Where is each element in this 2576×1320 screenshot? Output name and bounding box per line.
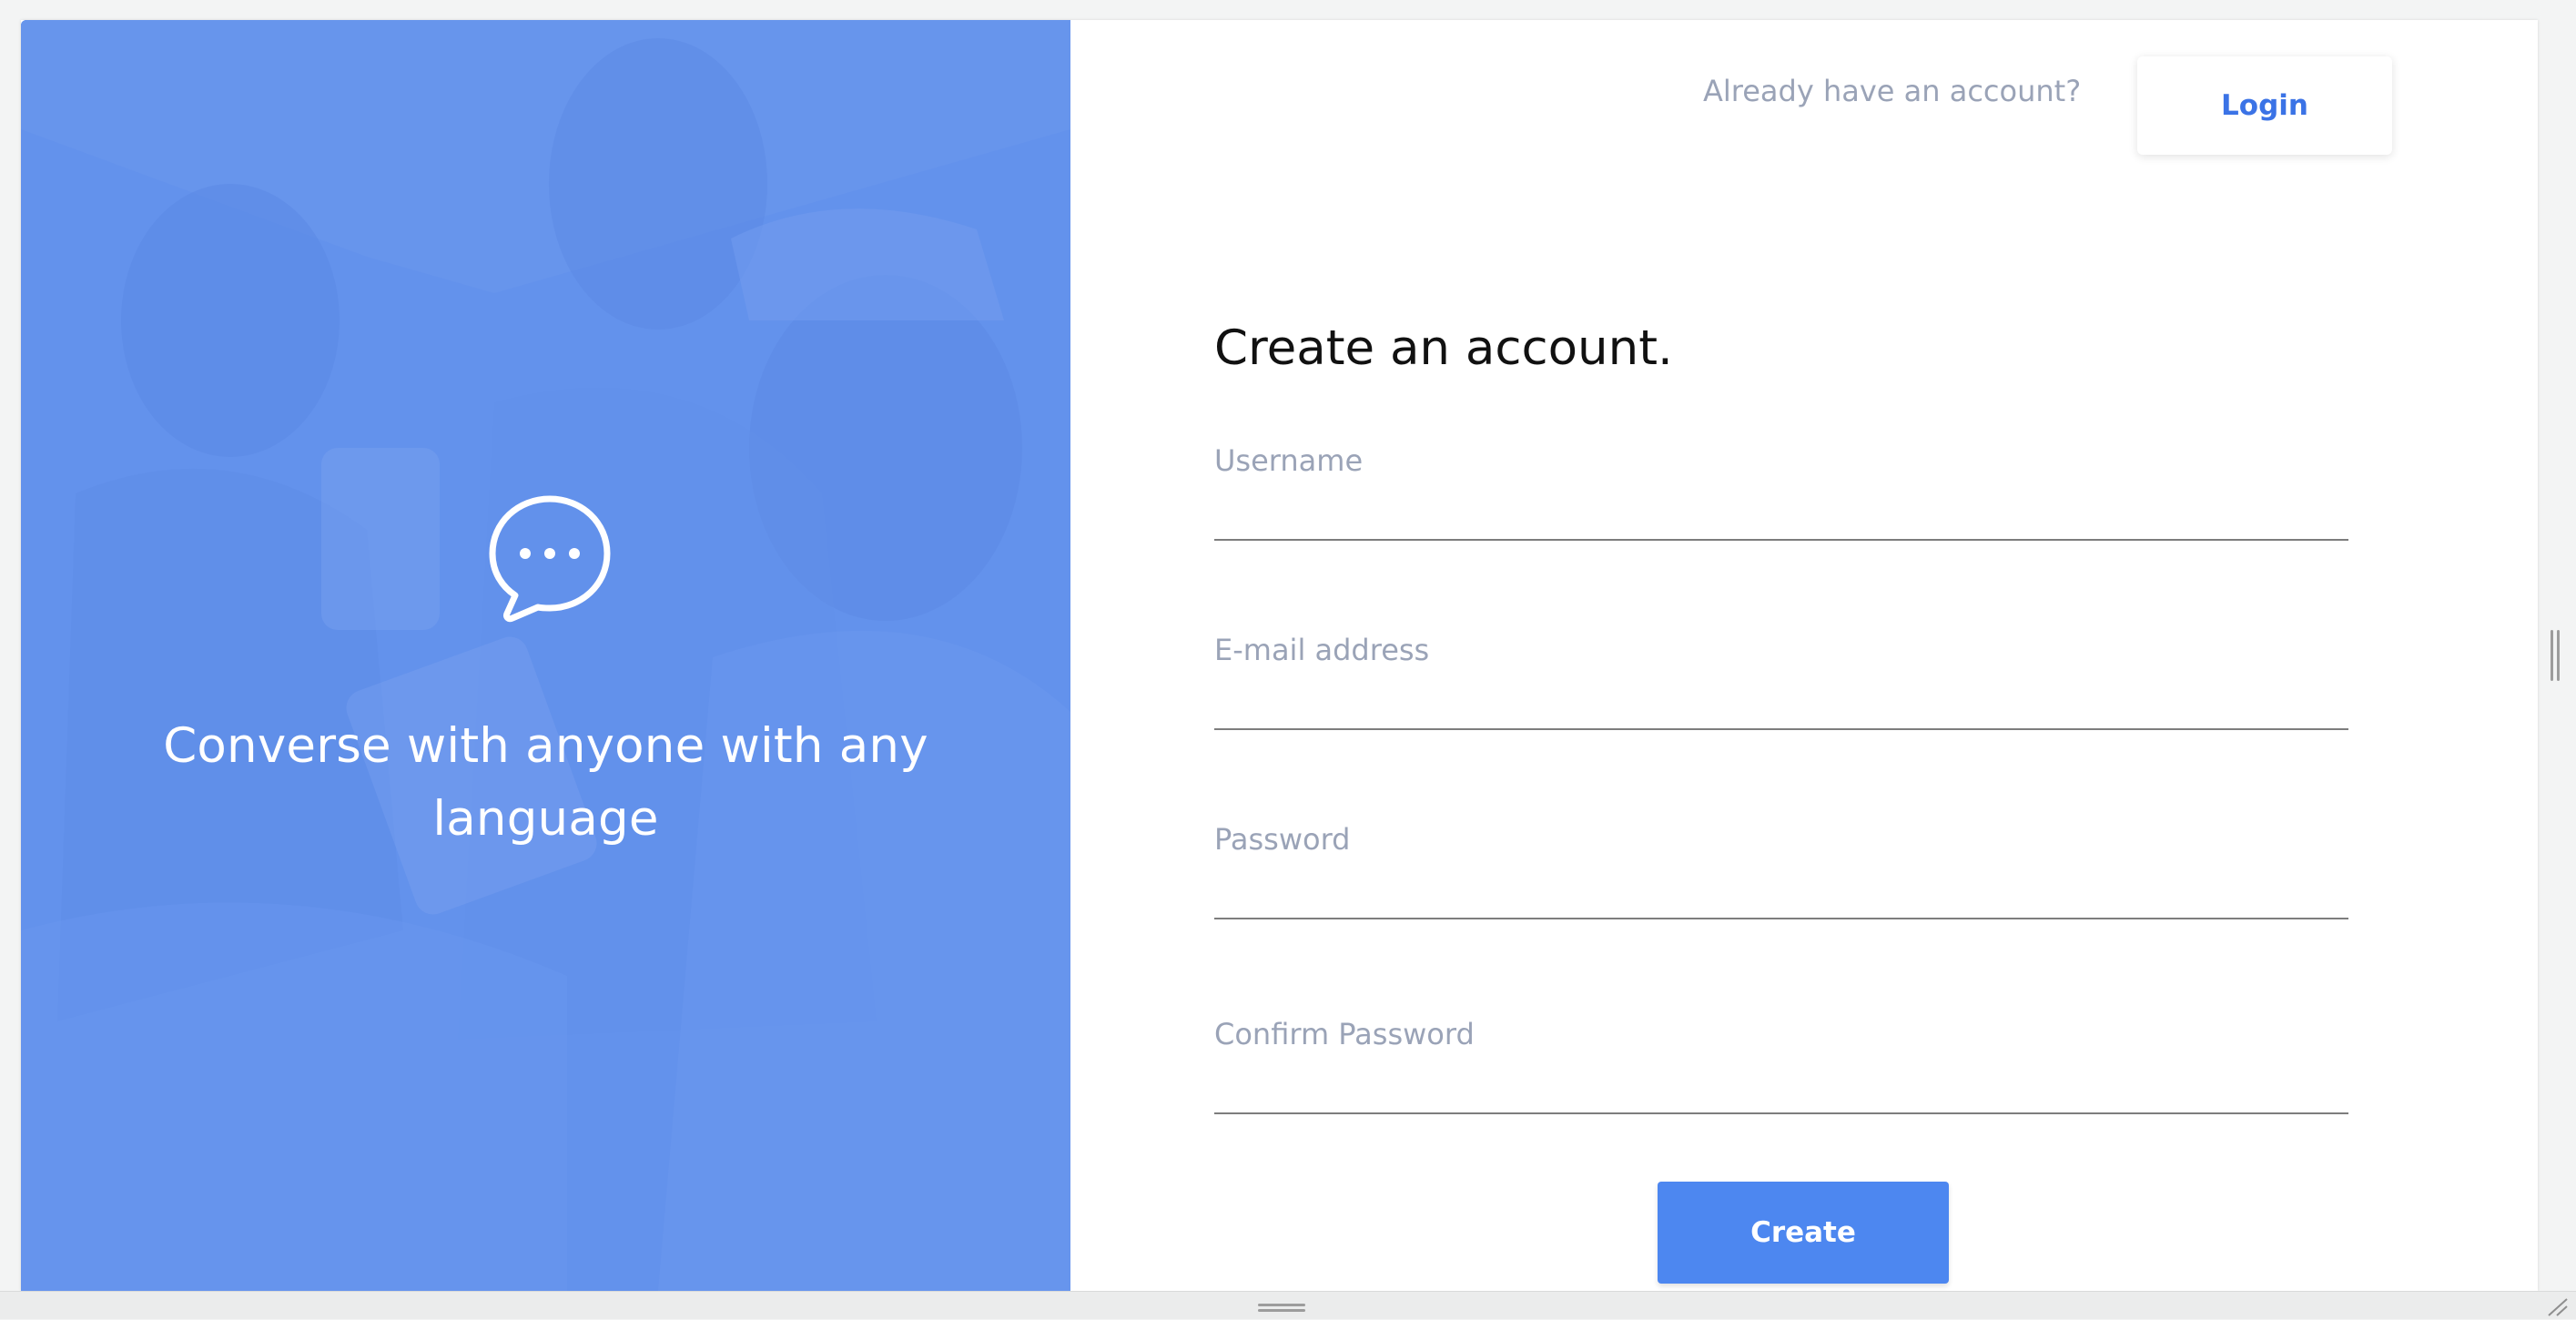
right-drag-handle-icon[interactable] — [2551, 630, 2561, 681]
email-field: E-mail address — [1214, 630, 2348, 739]
confirm-password-field: Confirm Password — [1214, 1014, 2348, 1123]
bottom-drag-handle-icon[interactable] — [1258, 1304, 1305, 1313]
password-field: Password — [1214, 819, 2348, 929]
confirm-password-label: Confirm Password — [1214, 1017, 1475, 1051]
hero-panel: Converse with anyone with any language — [21, 20, 1070, 1291]
form-title: Create an account. — [1214, 320, 1673, 376]
password-input[interactable] — [1214, 865, 2348, 919]
already-have-account-text: Already have an account? — [1703, 74, 2082, 108]
confirm-password-input[interactable] — [1214, 1060, 2348, 1114]
resize-corner-icon[interactable] — [2545, 1296, 2569, 1316]
hero-tagline: Converse with anyone with any language — [163, 718, 928, 847]
login-button[interactable]: Login — [2137, 56, 2392, 155]
username-field: Username — [1214, 441, 2348, 550]
app-window: Converse with anyone with any language A… — [21, 20, 2538, 1291]
hero-content: Converse with anyone with any language — [21, 20, 1070, 1291]
chat-bubble-icon — [482, 488, 618, 624]
password-label: Password — [1214, 822, 1351, 857]
email-input[interactable] — [1214, 675, 2348, 730]
username-input[interactable] — [1214, 486, 2348, 541]
create-button[interactable]: Create — [1658, 1182, 1949, 1284]
signup-panel: Already have an account? Login Create an… — [1070, 20, 2538, 1291]
username-label: Username — [1214, 443, 1364, 478]
email-label: E-mail address — [1214, 633, 1430, 667]
